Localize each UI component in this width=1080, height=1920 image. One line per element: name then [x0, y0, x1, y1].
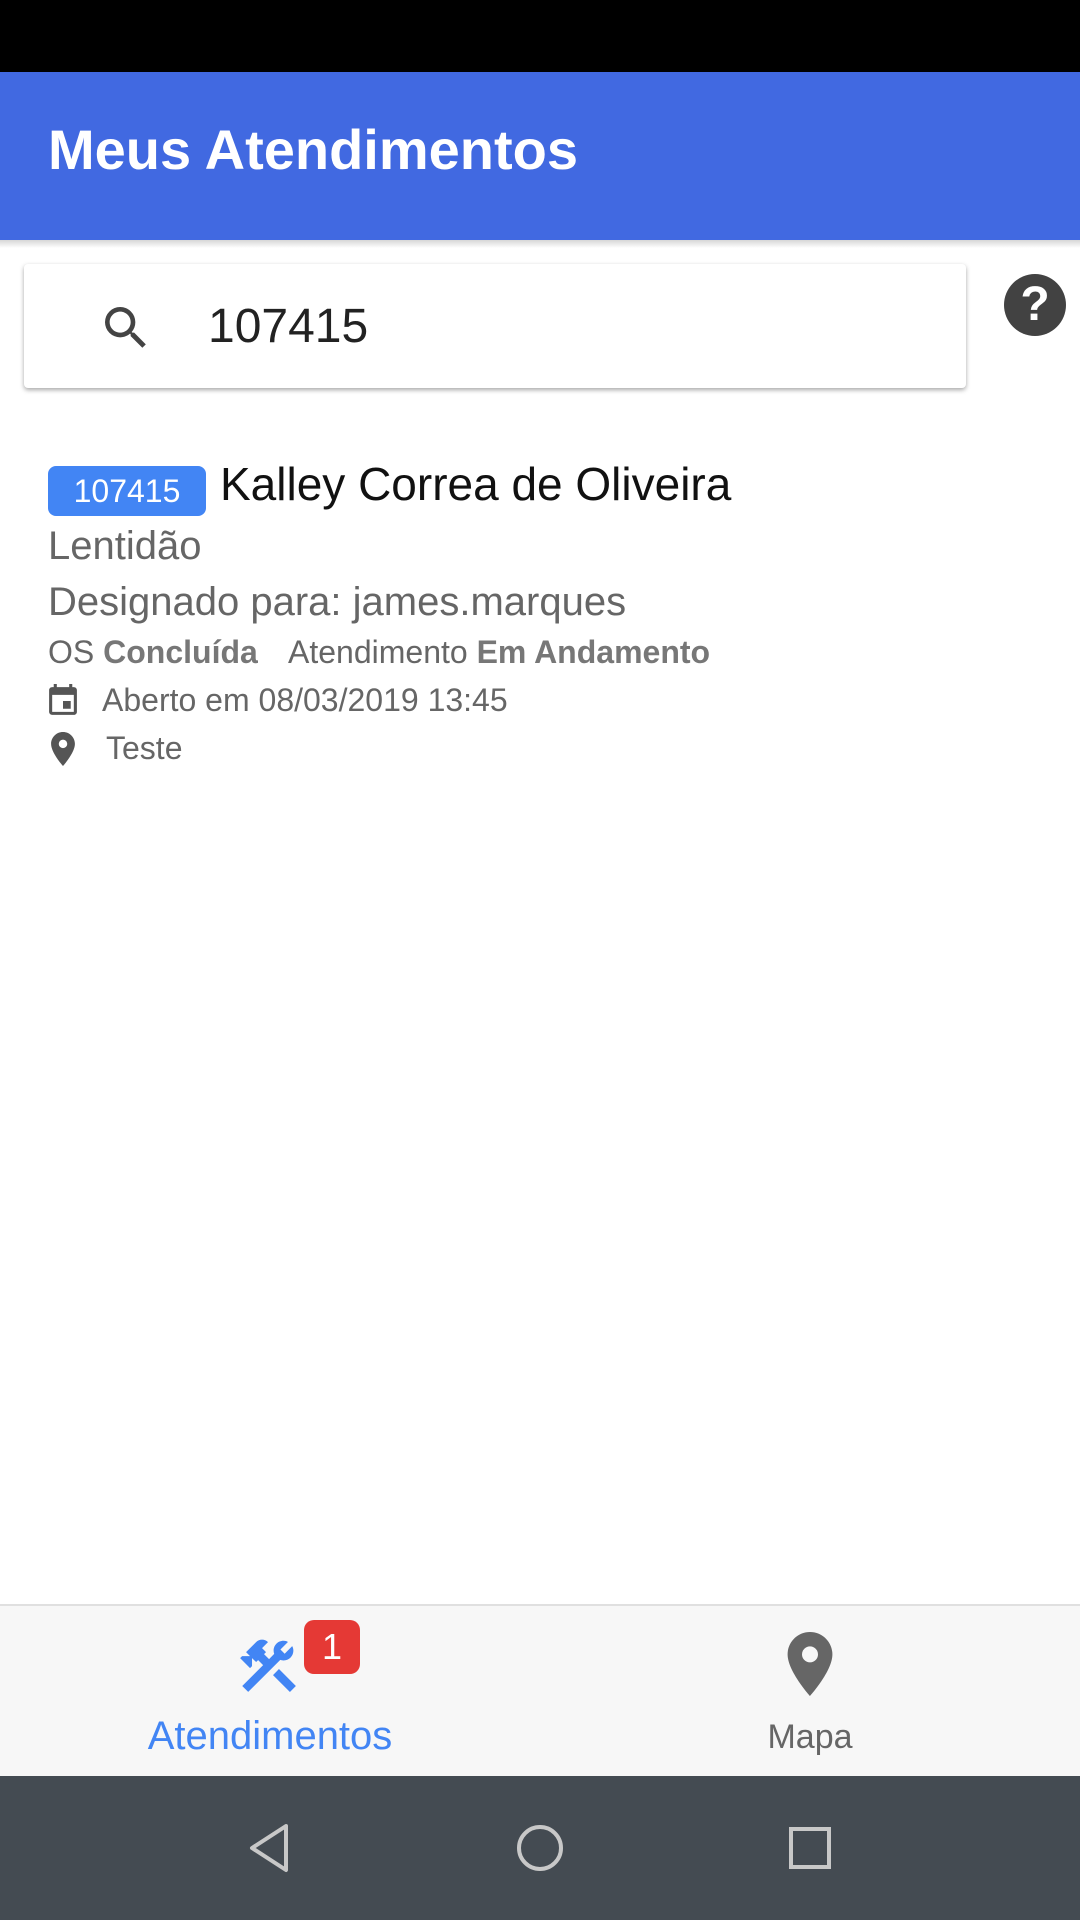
help-icon: ? — [1020, 278, 1050, 331]
home-icon[interactable] — [504, 1812, 576, 1884]
atend-status-group: Atendimento Em Andamento — [288, 632, 710, 672]
search-icon — [105, 307, 146, 348]
opened-date: Aberto em 08/03/2019 13:45 — [102, 682, 508, 718]
notification-badge: 1 — [304, 1620, 360, 1674]
search-input[interactable] — [208, 288, 928, 364]
tab-atendimentos[interactable]: 1 Atendimentos — [0, 1606, 540, 1778]
tab-mapa[interactable]: Mapa — [540, 1606, 1080, 1778]
tools-icon — [240, 1639, 296, 1693]
assigned-prefix: Designado para: — [48, 580, 353, 624]
recents-icon[interactable] — [774, 1812, 846, 1884]
tab-atendimentos-label: Atendimentos — [147, 1714, 393, 1758]
location-pin-icon — [51, 732, 75, 766]
id-badge: 107415 — [48, 466, 206, 516]
atend-label: Atendimento — [288, 634, 468, 670]
map-pin-icon — [787, 1632, 833, 1696]
calendar-icon — [49, 684, 77, 715]
status-bar — [0, 0, 1080, 72]
search-bar[interactable] — [24, 264, 966, 388]
list-item[interactable]: 107415 Kalley Correa de Oliveira Lentidã… — [48, 456, 1048, 776]
app-bar: Meus Atendimentos — [0, 72, 1080, 240]
assigned-user: james.marques — [352, 580, 627, 624]
os-status: Concluída — [103, 634, 258, 670]
assigned-text: Designado para: james.marques — [48, 578, 626, 626]
bottom-nav: 1 Atendimentos Mapa — [0, 1604, 1080, 1778]
app-bar-shadow — [0, 240, 1080, 248]
os-label: OS — [48, 634, 95, 670]
status-row: OS Concluída Atendimento Em Andamento — [48, 632, 710, 672]
location-text: Teste — [106, 730, 183, 766]
client-name: Kalley Correa de Oliveira — [220, 458, 732, 510]
back-icon[interactable] — [234, 1812, 306, 1884]
tab-mapa-label: Mapa — [767, 1718, 853, 1756]
atend-status: Em Andamento — [476, 634, 711, 670]
help-button[interactable]: ? — [1004, 274, 1066, 336]
page-title: Meus Atendimentos — [48, 118, 578, 181]
subject-text: Lentidão — [48, 524, 202, 568]
system-nav-bar — [0, 1776, 1080, 1920]
